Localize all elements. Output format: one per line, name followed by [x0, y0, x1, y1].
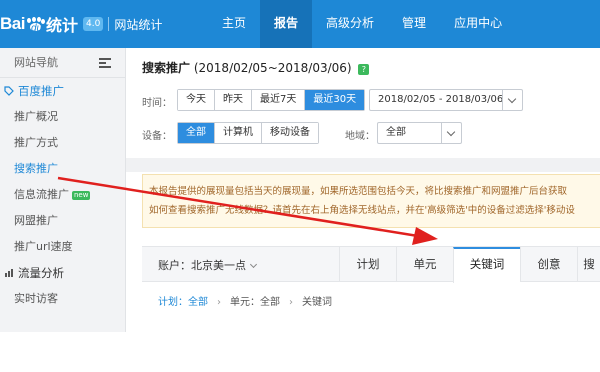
- sidebar-item-promotion-overview[interactable]: 推广概况: [0, 104, 125, 130]
- account-selector[interactable]: 账户：北京美一点: [158, 257, 258, 273]
- time-today-button[interactable]: 今天: [178, 90, 215, 110]
- report-tabs-bar: 账户：北京美一点 计划 单元 关键词 创意 搜: [142, 246, 600, 283]
- main-nav: 主页 报告 高级分析 管理 应用中心: [208, 0, 516, 48]
- help-icon[interactable]: ?: [358, 64, 370, 75]
- notice-box: 本报告提供的展现量包括当天的展现量，如果所选范围包括今天，将比搜索推广和网盟推广…: [142, 174, 600, 228]
- chevron-down-icon: [249, 260, 258, 269]
- baidu-tongji-logo[interactable]: Bai du 统计 4.0 网站统计: [0, 12, 162, 36]
- sidebar-item-url-speed[interactable]: 推广url速度: [0, 234, 125, 260]
- logo-subtitle: 网站统计: [114, 17, 163, 32]
- device-computer-button[interactable]: 计算机: [215, 123, 262, 143]
- top-navigation-bar: Bai du 统计 4.0 网站统计 主页 报告 高级分析 管理 应用中心: [0, 0, 600, 48]
- main-content: 搜索推广 (2018/02/05~2018/03/06) ? 时间： 今天 昨天…: [126, 48, 600, 332]
- time-range-buttons: 今天 昨天 最近7天 最近30天: [177, 89, 366, 111]
- new-badge: new: [72, 191, 91, 200]
- section-divider: [126, 158, 600, 172]
- nav-home[interactable]: 主页: [208, 0, 260, 48]
- time-yesterday-button[interactable]: 昨天: [215, 90, 252, 110]
- date-range-value: 2018/02/05 - 2018/03/06: [378, 94, 504, 105]
- date-range-picker[interactable]: 2018/02/05 - 2018/03/06: [369, 89, 523, 111]
- tab-plan[interactable]: 计划: [339, 247, 396, 282]
- version-badge: 4.0: [82, 17, 104, 31]
- tab-search-partial[interactable]: 搜: [577, 247, 600, 282]
- sidebar-title: 网站导航: [14, 56, 58, 69]
- report-date-range: (2018/02/05~2018/03/06): [193, 61, 352, 75]
- chevron-down-icon: [441, 123, 461, 143]
- breadcrumb: 计划：全部 › 单元：全部 › 关键词: [158, 293, 332, 308]
- breadcrumb-unit[interactable]: 单元：全部: [230, 297, 280, 308]
- breadcrumb-keyword: 关键词: [302, 297, 332, 308]
- sidebar-item-realtime-visitors[interactable]: 实时访客: [0, 286, 125, 312]
- collapse-menu-icon[interactable]: [99, 58, 111, 68]
- tab-creative[interactable]: 创意: [520, 247, 577, 282]
- page-title: 搜索推广 (2018/02/05~2018/03/06) ?: [142, 59, 370, 76]
- nav-manage[interactable]: 管理: [388, 0, 440, 48]
- sidebar-item-search-promotion[interactable]: 搜索推广: [0, 156, 125, 182]
- tag-icon: [4, 86, 14, 96]
- logo-du-text: du: [30, 23, 43, 34]
- logo-bai-text: Bai: [0, 14, 25, 33]
- chevron-down-icon: [502, 90, 522, 110]
- time-last7-button[interactable]: 最近7天: [252, 90, 306, 110]
- sidebar-item-promotion-method[interactable]: 推广方式: [0, 130, 125, 156]
- sidebar-group-baidu-promotion[interactable]: 百度推广: [0, 78, 125, 104]
- paw-icon: du: [26, 17, 45, 34]
- traffic-icon: [5, 269, 13, 277]
- report-title: 搜索推广: [142, 61, 191, 75]
- nav-advanced-analysis[interactable]: 高级分析: [312, 0, 388, 48]
- logo-tongji-text: 统计: [45, 16, 78, 35]
- breadcrumb-plan[interactable]: 计划：全部: [158, 297, 208, 308]
- device-buttons: 全部 计算机 移动设备: [177, 122, 319, 144]
- chevron-right-icon: ›: [289, 297, 293, 308]
- sidebar: 网站导航 百度推广 推广概况 推广方式 搜索推广 信息流推广 new 网盟推广 推…: [0, 48, 126, 332]
- region-value: 全部: [386, 127, 406, 138]
- chevron-right-icon: ›: [217, 297, 221, 308]
- nav-app-center[interactable]: 应用中心: [440, 0, 516, 48]
- nav-reports[interactable]: 报告: [260, 0, 313, 48]
- sidebar-item-feed-promotion[interactable]: 信息流推广 new: [0, 182, 125, 208]
- sidebar-group-label: 流量分析: [18, 266, 64, 280]
- tab-unit[interactable]: 单元: [396, 247, 453, 282]
- device-label: 设备：: [142, 131, 172, 142]
- logo-divider: [108, 17, 110, 31]
- device-mobile-button[interactable]: 移动设备: [262, 123, 318, 143]
- tab-keyword[interactable]: 关键词: [453, 247, 520, 283]
- sidebar-group-label: 百度推广: [18, 84, 64, 98]
- sidebar-item-label: 信息流推广: [14, 188, 69, 201]
- account-label: 账户：北京美一点: [158, 259, 246, 272]
- region-label: 地域：: [345, 131, 375, 142]
- time-label: 时间：: [142, 98, 172, 109]
- sidebar-header: 网站导航: [0, 48, 125, 78]
- sidebar-group-traffic-analysis[interactable]: 流量分析: [0, 260, 125, 286]
- region-select[interactable]: 全部: [377, 122, 462, 144]
- time-last30-button[interactable]: 最近30天: [305, 90, 365, 110]
- notice-line: 如何查看搜索推广无线数据？请首先在右上角选择无线站点，并在'高级筛选'中的设备过…: [149, 205, 575, 216]
- device-all-button[interactable]: 全部: [178, 123, 215, 143]
- notice-line: 本报告提供的展现量包括当天的展现量，如果所选范围包括今天，将比搜索推广和网盟推广…: [149, 186, 568, 197]
- sidebar-item-network-promotion[interactable]: 网盟推广: [0, 208, 125, 234]
